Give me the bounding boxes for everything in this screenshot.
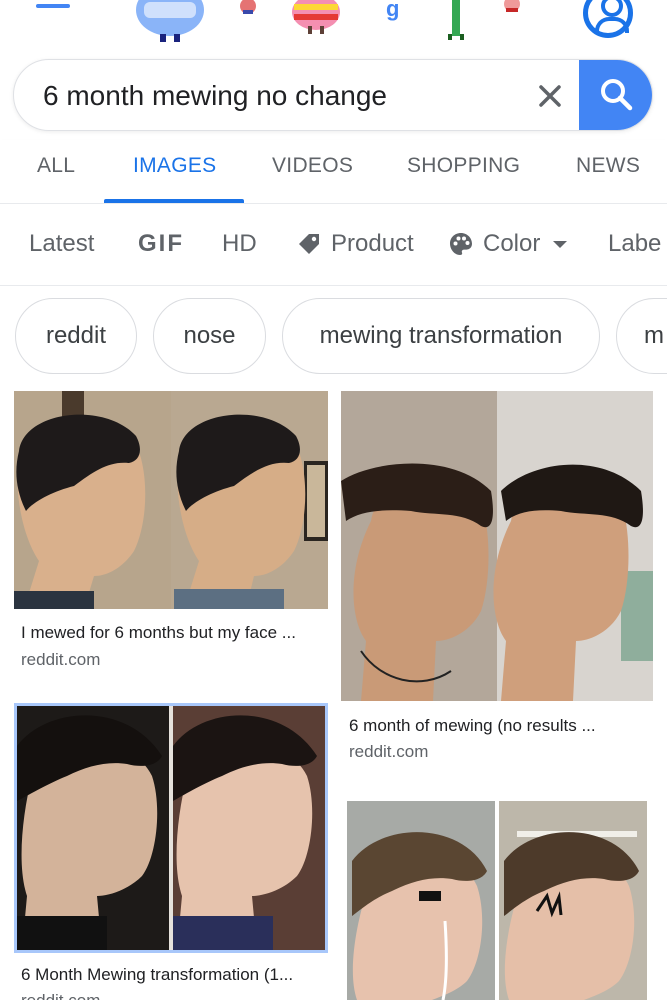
active-tab-indicator [104,199,244,203]
tab-images[interactable]: IMAGES [133,154,216,178]
tab-all[interactable]: ALL [37,154,75,178]
chip-reddit[interactable]: reddit [15,298,137,374]
result-title[interactable]: 6 Month Mewing transformation (1... [21,965,321,985]
filter-color[interactable]: Color [448,230,574,258]
result-thumbnail[interactable] [14,391,328,609]
image-result[interactable]: I mewed for 6 months but my face ... red… [14,391,328,681]
result-thumbnail[interactable] [17,706,325,950]
filter-labeled[interactable]: Labe [608,230,661,258]
caret-down-icon [553,241,568,248]
image-result[interactable] [341,795,653,1000]
search-icon [601,79,633,111]
palette-icon [450,233,472,255]
doodle-illustration[interactable]: g [130,0,530,56]
chip-nose[interactable]: nose [153,298,266,374]
chip-mewing-transformation[interactable]: mewing transformation [282,298,600,374]
image-filter-bar: Latest GIF HD Product Color Labe [0,204,667,286]
result-thumbnail[interactable] [341,391,653,701]
tag-icon [299,234,319,254]
result-source[interactable]: reddit.com [21,650,100,670]
chip-partial[interactable]: m [616,298,667,374]
search-tabs: ALL IMAGES VIDEOS SHOPPING NEWS [0,140,667,204]
filter-product[interactable]: Product [296,230,414,258]
result-title[interactable]: I mewed for 6 months but my face ... [21,623,321,643]
image-result[interactable]: 6 Month Mewing transformation (1... redd… [14,703,328,1000]
filter-product-label: Product [331,230,414,257]
search-box [13,59,653,131]
search-button[interactable] [579,60,652,130]
result-thumbnail[interactable] [347,801,647,1000]
tab-shopping[interactable]: SHOPPING [407,154,520,178]
search-input[interactable] [43,76,523,116]
doodle-bar: g [0,0,667,56]
menu-icon[interactable] [36,0,70,10]
filter-color-label: Color [483,230,541,257]
result-source[interactable]: reddit.com [349,742,428,762]
result-title[interactable]: 6 month of mewing (no results ... [349,716,645,736]
filter-gif[interactable]: GIF [138,230,184,258]
clear-icon[interactable] [532,78,568,114]
result-source[interactable]: reddit.com [21,991,100,1000]
tab-videos[interactable]: VIDEOS [272,154,353,178]
filter-hd[interactable]: HD [222,230,257,258]
filter-latest[interactable]: Latest [29,230,94,258]
account-icon[interactable] [583,0,633,38]
related-search-chips: reddit nose mewing transformation m [0,298,667,374]
svg-text:g: g [386,0,399,21]
image-result[interactable]: 6 month of mewing (no results ... reddit… [341,391,653,771]
tab-news[interactable]: NEWS [576,154,640,178]
